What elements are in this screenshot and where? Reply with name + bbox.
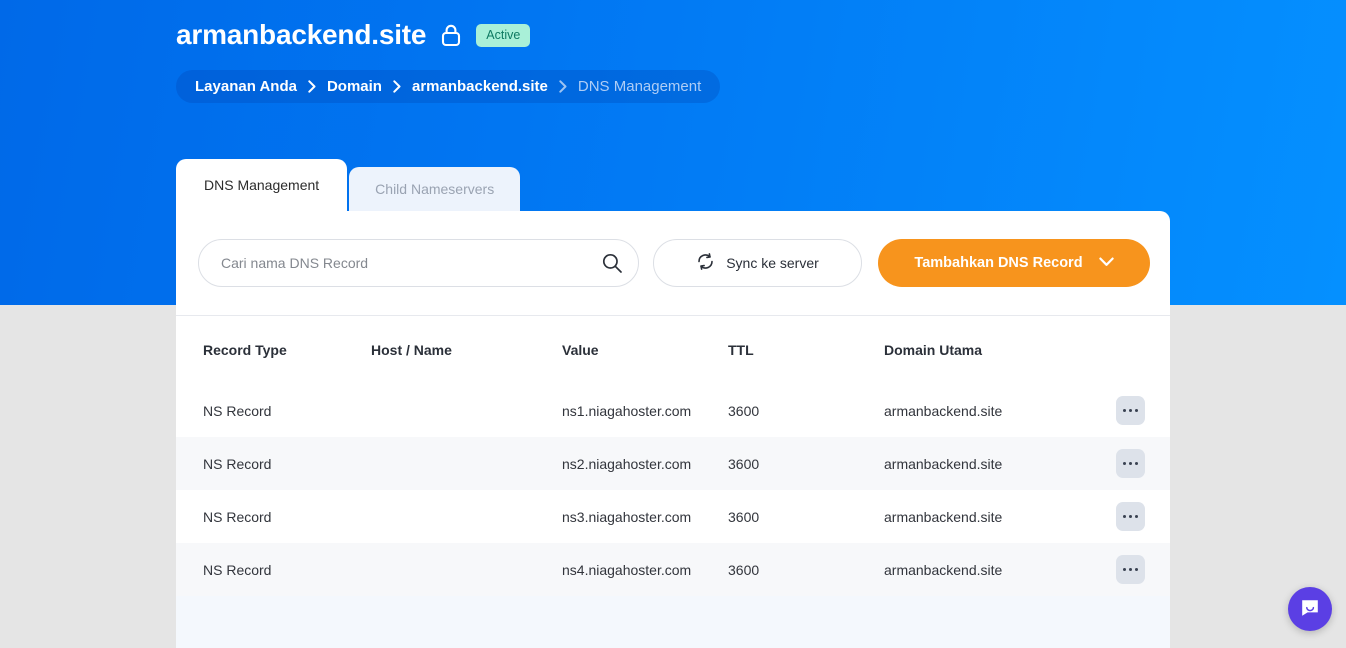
- column-header-domain-utama: Domain Utama: [884, 342, 1088, 358]
- sync-to-server-button[interactable]: Sync ke server: [653, 239, 862, 287]
- table-row-partial: [176, 596, 1170, 648]
- row-actions-menu-button[interactable]: [1116, 396, 1145, 425]
- add-dns-record-button[interactable]: Tambahkan DNS Record: [878, 239, 1150, 287]
- cell-ttl: 3600: [728, 562, 884, 578]
- table-row: NS Record ns1.niagahoster.com 3600 arman…: [176, 384, 1170, 437]
- page-root: armanbackend.site Active Layanan Anda Do…: [0, 0, 1346, 648]
- cell-domain-utama: armanbackend.site: [884, 509, 1088, 525]
- column-header-ttl: TTL: [728, 342, 884, 358]
- breadcrumb-item-domain[interactable]: Domain: [327, 78, 382, 95]
- breadcrumb-item-layanan-anda[interactable]: Layanan Anda: [195, 78, 297, 95]
- tab-child-nameservers-label: Child Nameservers: [375, 181, 494, 197]
- cell-ttl: 3600: [728, 403, 884, 419]
- tab-dns-management-label: DNS Management: [204, 177, 319, 193]
- row-actions-menu-button[interactable]: [1116, 502, 1145, 531]
- ellipsis-horizontal-icon: [1123, 515, 1126, 518]
- row-actions-menu-button[interactable]: [1116, 449, 1145, 478]
- table-toolbar: Sync ke server Tambahkan DNS Record: [176, 211, 1170, 315]
- tab-child-nameservers[interactable]: Child Nameservers: [349, 167, 520, 211]
- cell-ttl: 3600: [728, 456, 884, 472]
- column-header-record-type: Record Type: [176, 342, 371, 358]
- row-actions-menu-button[interactable]: [1116, 555, 1145, 584]
- search-field-wrapper: [198, 239, 639, 287]
- breadcrumb-item-armanbackend-site[interactable]: armanbackend.site: [412, 78, 548, 95]
- chevron-right-icon: [548, 80, 578, 93]
- sync-refresh-icon: [696, 252, 715, 274]
- search-icon[interactable]: [601, 252, 623, 274]
- tab-dns-management[interactable]: DNS Management: [176, 159, 347, 211]
- table-row: NS Record ns2.niagahoster.com 3600 arman…: [176, 437, 1170, 490]
- table-row: NS Record ns3.niagahoster.com 3600 arman…: [176, 490, 1170, 543]
- breadcrumb-item-dns-management: DNS Management: [578, 78, 701, 95]
- lock-icon: [440, 23, 462, 47]
- cell-record-type: NS Record: [176, 509, 371, 525]
- cell-record-type: NS Record: [176, 456, 371, 472]
- add-dns-record-label: Tambahkan DNS Record: [914, 255, 1082, 271]
- ellipsis-horizontal-icon: [1123, 568, 1126, 571]
- dns-management-card: Sync ke server Tambahkan DNS Record Reco…: [176, 211, 1170, 648]
- cell-record-type: NS Record: [176, 562, 371, 578]
- chat-launcher-button[interactable]: [1288, 587, 1332, 631]
- cell-domain-utama: armanbackend.site: [884, 403, 1088, 419]
- ellipsis-horizontal-icon: [1123, 409, 1126, 412]
- column-header-value: Value: [562, 342, 728, 358]
- sync-to-server-label: Sync ke server: [726, 255, 819, 271]
- cell-domain-utama: armanbackend.site: [884, 456, 1088, 472]
- cell-value: ns1.niagahoster.com: [562, 403, 728, 419]
- cell-value: ns2.niagahoster.com: [562, 456, 728, 472]
- cell-value: ns4.niagahoster.com: [562, 562, 728, 578]
- ellipsis-horizontal-icon: [1123, 462, 1126, 465]
- tab-bar: DNS Management Child Nameservers: [176, 159, 520, 211]
- chat-bubble-icon: [1299, 597, 1321, 622]
- table-row: NS Record ns4.niagahoster.com 3600 arman…: [176, 543, 1170, 596]
- chevron-down-icon: [1099, 255, 1114, 271]
- cell-value: ns3.niagahoster.com: [562, 509, 728, 525]
- breadcrumb: Layanan Anda Domain armanbackend.site DN…: [176, 70, 720, 103]
- column-header-host-name: Host / Name: [371, 342, 562, 358]
- page-title: armanbackend.site: [176, 18, 426, 52]
- cell-record-type: NS Record: [176, 403, 371, 419]
- chevron-right-icon: [382, 80, 412, 93]
- status-badge: Active: [476, 24, 530, 47]
- dns-records-table: Record Type Host / Name Value TTL Domain…: [176, 316, 1170, 648]
- page-title-row: armanbackend.site Active: [176, 17, 530, 53]
- cell-ttl: 3600: [728, 509, 884, 525]
- search-input[interactable]: [198, 239, 639, 287]
- chevron-right-icon: [297, 80, 327, 93]
- table-header-row: Record Type Host / Name Value TTL Domain…: [176, 316, 1170, 384]
- cell-domain-utama: armanbackend.site: [884, 562, 1088, 578]
